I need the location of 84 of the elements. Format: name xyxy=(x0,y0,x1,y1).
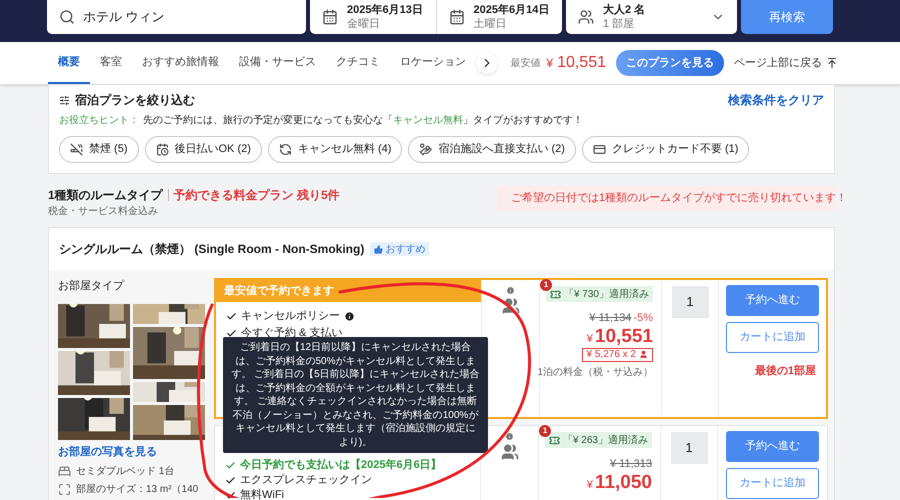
currency-symbol: ¥ xyxy=(586,480,593,490)
calendar-icon xyxy=(448,9,464,25)
check-icon xyxy=(226,310,237,322)
filter-chip[interactable]: 宿泊施設へ直接支払い (2) xyxy=(408,136,576,163)
weekday-text: 土曜日 xyxy=(474,17,508,31)
hint-text: 先のご予約には、旅行の予定が変更になっても安心な「キャンセル無料」タイプがおすすめです！ xyxy=(143,114,583,128)
quantity-field[interactable]: 1 xyxy=(670,432,708,464)
price-amount: 10,551 xyxy=(594,326,653,346)
search-field[interactable]: ホテル ウィン xyxy=(47,0,306,34)
check-icon xyxy=(225,460,236,470)
room-name: シングルルーム（禁煙） (Single Room - Non-Smoking) xyxy=(59,241,364,258)
plan-feature: 無料WiFi xyxy=(240,489,284,500)
original-price: ¥ 11,313 xyxy=(610,457,652,472)
refresh-icon xyxy=(278,143,292,156)
tab[interactable]: クチコミ xyxy=(326,42,390,84)
weekday-text: 金曜日 xyxy=(347,17,381,31)
sliders-icon xyxy=(59,94,70,106)
lowest-price: 10,551 xyxy=(557,53,606,73)
plans-remaining: 予約できる料金プラン 残り5件 xyxy=(174,187,340,204)
info-icon[interactable] xyxy=(344,310,355,322)
tab[interactable]: 設備・サービス xyxy=(229,42,326,84)
original-price: ¥ 11,134 xyxy=(589,311,632,326)
expand-icon xyxy=(58,483,71,496)
ticket-icon xyxy=(548,434,560,446)
person-icon xyxy=(639,350,648,359)
price-note: 1泊の料金（税・サ込み） xyxy=(537,366,653,380)
currency-symbol: ¥ xyxy=(546,55,554,72)
price-amount: 11,050 xyxy=(594,472,652,492)
rooms-text: 1 部屋 xyxy=(603,17,636,31)
plan-feature: キャンセルポリシー xyxy=(241,310,340,322)
room-fact: セミダブルベッド 1台 xyxy=(76,464,174,479)
search-icon xyxy=(59,9,75,25)
people-icon xyxy=(578,9,594,25)
calendar-icon xyxy=(322,9,338,25)
room-type-label: お部屋タイプ xyxy=(58,278,126,294)
plan-header: 最安値で予約できます xyxy=(216,280,481,302)
plan-feature: 今日予約でも支払いは【2025年6月6日】 xyxy=(240,459,442,471)
people-icon xyxy=(500,443,518,461)
check-icon xyxy=(225,474,236,486)
clear-filters-link[interactable]: 検索条件をクリア xyxy=(728,91,824,109)
hint-label: お役立ちヒント： xyxy=(59,114,139,128)
back-to-top-link[interactable]: ページ上部に戻る xyxy=(734,54,838,72)
quantity-field[interactable]: 1 xyxy=(672,286,708,318)
filter-chip[interactable]: 禁煙 (5) xyxy=(59,136,138,163)
badge-text: おすすめ xyxy=(385,242,426,256)
no-smoking-icon xyxy=(70,143,83,156)
filter-chip[interactable]: キャンセル無料 (4) xyxy=(268,136,402,163)
room-photos-link[interactable]: お部屋の写真を見る xyxy=(58,444,205,460)
cancellation-tooltip: ご到着日の【12日前以降】にキャンセルされた場合は、ご予約料金の50%がキャンセル料として発生します。 ご到着日の【5日前以降】にキャンセルされた場合は、ご予約料金の全額がキャンセル料として発生します。 ご連絡なくチェックインされなかった場合は無断不泊（ノーショー）とみなされ、ご予約料金の100%がキャンセル料として発生します（宿泊施設側の規定により)。 xyxy=(223,337,488,453)
coupon-text: 「¥ 730」適用済み xyxy=(564,288,649,302)
filter-chip[interactable]: 後日払いOK (2) xyxy=(144,136,262,163)
arrow-up-icon xyxy=(826,57,838,69)
room-type-count: 1種類のルームタイプ xyxy=(48,187,163,204)
currency-symbol: ¥ xyxy=(586,334,593,344)
date-field[interactable]: 2025年6月13日 金曜日 2025年6月14日 土曜日 xyxy=(310,0,562,34)
bed-icon xyxy=(58,465,71,478)
guests-field[interactable]: 大人2 名 1 部屋 xyxy=(566,0,737,34)
ticket-icon xyxy=(550,288,561,300)
people-icon xyxy=(502,297,520,315)
alert-text: ご希望の日付では1種類のルームタイプがすでに売り切れています！ xyxy=(511,190,848,206)
tax-note: 税金・サービス料金込み xyxy=(48,204,159,219)
tab[interactable]: 客室 xyxy=(90,42,132,84)
tab[interactable]: おすすめ旅情報 xyxy=(132,42,229,84)
stock-note: 最後の1部屋 xyxy=(754,364,816,379)
check-icon xyxy=(226,328,237,338)
scroll-right-button[interactable] xyxy=(476,52,498,74)
thumbs-up-icon xyxy=(374,244,384,254)
date-text: 2025年6月14日 xyxy=(474,3,550,17)
search-query: ホテル ウィン xyxy=(83,8,165,26)
lowest-price-label: 最安値 xyxy=(510,56,540,70)
tab[interactable]: ロケーション xyxy=(390,42,476,84)
date-text: 2025年6月13日 xyxy=(347,3,423,17)
coupon-text: 「¥ 263」適用済み xyxy=(562,434,648,448)
room-fact: 部屋のサイズ：13 m²（140 xyxy=(76,482,198,497)
calendar-clock-icon xyxy=(156,143,168,156)
filter-chip[interactable]: クレジットカード不要 (1) xyxy=(582,136,750,163)
check-icon xyxy=(225,490,236,500)
credit-card-icon xyxy=(592,143,606,156)
discount-rate: -5% xyxy=(633,311,653,326)
coin-hand-icon xyxy=(419,143,432,156)
plan-feature: エクスプレスチェックイン xyxy=(240,474,372,486)
filter-title: 宿泊プランを絞り込む xyxy=(75,92,195,109)
per-person-text: ¥ 5,276 x 2 xyxy=(586,348,636,362)
adults-text: 大人2 名 xyxy=(603,3,646,17)
